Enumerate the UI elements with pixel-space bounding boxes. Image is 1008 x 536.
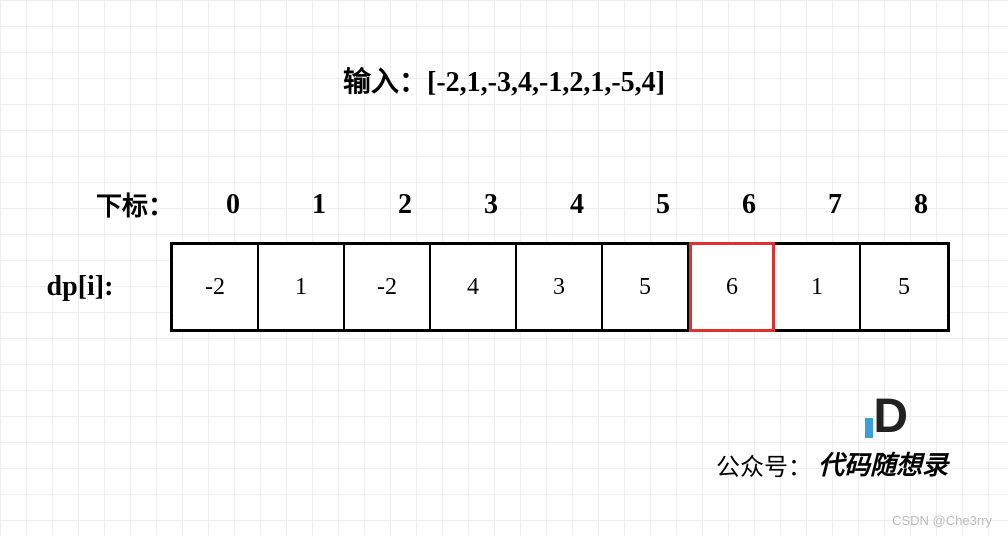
dp-cell: 1 — [259, 245, 345, 329]
footer: 公众号： 代码随想录 — [716, 445, 948, 482]
input-label: 输入： — [343, 67, 427, 98]
dp-row: dp[i]: -2 1 -2 4 3 5 6 1 5 — [0, 242, 1008, 332]
index-cell: 7 — [792, 189, 878, 221]
index-label: 下标： — [0, 186, 190, 223]
dp-cell: 1 — [775, 245, 861, 329]
logo-letter: D — [873, 389, 908, 444]
dp-cell: 3 — [517, 245, 603, 329]
index-cell: 0 — [190, 189, 276, 221]
dp-label: dp[i]: — [0, 271, 160, 303]
watermark: CSDN @Che3rry — [892, 513, 992, 528]
input-array: [-2,1,-3,4,-1,2,1,-5,4] — [427, 67, 665, 98]
diagram-content: 输入：[-2,1,-3,4,-1,2,1,-5,4] 下标： 0 1 2 3 4… — [0, 0, 1008, 536]
index-cell: 2 — [362, 189, 448, 221]
index-cell: 8 — [878, 189, 964, 221]
dp-cell: 5 — [603, 245, 689, 329]
input-row: 输入：[-2,1,-3,4,-1,2,1,-5,4] — [0, 60, 1008, 100]
index-row: 下标： 0 1 2 3 4 5 6 7 8 — [0, 186, 1008, 223]
footer-account: 代码随想录 — [818, 445, 948, 482]
index-cell: 4 — [534, 189, 620, 221]
dp-cell: -2 — [345, 245, 431, 329]
dp-table: -2 1 -2 4 3 5 6 1 5 — [170, 242, 950, 332]
index-cell: 1 — [276, 189, 362, 221]
dp-cell-highlight: 6 — [689, 242, 775, 332]
index-cell: 5 — [620, 189, 706, 221]
dp-cell: 5 — [861, 245, 947, 329]
dp-cell: 4 — [431, 245, 517, 329]
index-cell: 3 — [448, 189, 534, 221]
footer-label: 公众号： — [716, 447, 812, 482]
dp-cell: -2 — [173, 245, 259, 329]
index-cells: 0 1 2 3 4 5 6 7 8 — [190, 189, 964, 221]
index-cell: 6 — [706, 189, 792, 221]
